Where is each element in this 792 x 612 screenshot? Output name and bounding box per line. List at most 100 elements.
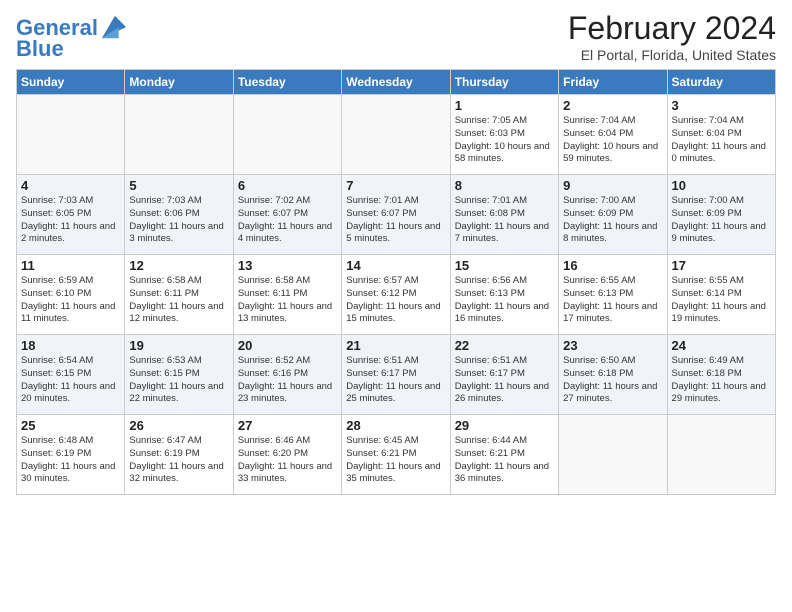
day-number: 15 [455, 258, 554, 273]
day-info: Sunrise: 7:04 AMSunset: 6:04 PMDaylight:… [563, 115, 662, 166]
header-friday: Friday [559, 70, 667, 95]
day-info: Sunrise: 6:51 AMSunset: 6:17 PMDaylight:… [346, 355, 445, 406]
calendar-cell: 22Sunrise: 6:51 AMSunset: 6:17 PMDayligh… [450, 335, 558, 415]
day-info: Sunrise: 7:03 AMSunset: 6:05 PMDaylight:… [21, 195, 120, 246]
calendar-cell: 18 Sunrise: 6:54 AMSunset: 6:15 PMDayligh… [17, 335, 125, 415]
day-number: 29 [455, 418, 554, 433]
calendar-cell: 14 Sunrise: 6:57 AMSunset: 6:12 PMDayligh… [342, 255, 450, 335]
title-location: El Portal, Florida, United States [568, 47, 776, 63]
day-info: Sunrise: 6:52 AMSunset: 6:16 PMDaylight:… [238, 355, 337, 406]
day-number: 23 [563, 338, 662, 353]
header-sunday: Sunday [17, 70, 125, 95]
calendar-week-1: 1 Sunrise: 7:05 AMSunset: 6:03 PMDaylight… [17, 95, 776, 175]
day-info: Sunrise: 7:05 AMSunset: 6:03 PMDaylight:… [455, 115, 554, 166]
calendar-cell: 29 Sunrise: 6:44 AMSunset: 6:21 PMDayligh… [450, 415, 558, 495]
day-number: 9 [563, 178, 662, 193]
day-number: 20 [238, 338, 337, 353]
calendar-cell: 17 Sunrise: 6:55 AMSunset: 6:14 PMDayligh… [667, 255, 775, 335]
day-info: Sunrise: 6:45 AMSunset: 6:21 PMDaylight:… [346, 435, 445, 486]
logo-icon [100, 14, 128, 42]
day-number: 13 [238, 258, 337, 273]
day-number: 28 [346, 418, 445, 433]
day-info: Sunrise: 6:55 AMSunset: 6:13 PMDaylight:… [563, 275, 662, 326]
calendar-cell: 21 Sunrise: 6:51 AMSunset: 6:17 PMDayligh… [342, 335, 450, 415]
day-number: 5 [129, 178, 228, 193]
page: General Blue February 2024 El Portal, Fl… [0, 0, 792, 612]
calendar-cell: 4Sunrise: 7:03 AMSunset: 6:05 PMDaylight… [17, 175, 125, 255]
calendar-cell [342, 95, 450, 175]
calendar-cell: 16 Sunrise: 6:55 AMSunset: 6:13 PMDayligh… [559, 255, 667, 335]
calendar-cell: 20 Sunrise: 6:52 AMSunset: 6:16 PMDayligh… [233, 335, 341, 415]
day-info: Sunrise: 6:44 AMSunset: 6:21 PMDaylight:… [455, 435, 554, 486]
day-number: 16 [563, 258, 662, 273]
day-info: Sunrise: 6:47 AMSunset: 6:19 PMDaylight:… [129, 435, 228, 486]
calendar-cell: 5 Sunrise: 7:03 AMSunset: 6:06 PMDaylight… [125, 175, 233, 255]
calendar-cell: 10 Sunrise: 7:00 AMSunset: 6:09 PMDayligh… [667, 175, 775, 255]
day-number: 14 [346, 258, 445, 273]
calendar-header-row: Sunday Monday Tuesday Wednesday Thursday… [17, 70, 776, 95]
header-wednesday: Wednesday [342, 70, 450, 95]
day-number: 11 [21, 258, 120, 273]
calendar-cell: 19 Sunrise: 6:53 AMSunset: 6:15 PMDayligh… [125, 335, 233, 415]
day-number: 17 [672, 258, 771, 273]
day-number: 27 [238, 418, 337, 433]
day-info: Sunrise: 7:03 AMSunset: 6:06 PMDaylight:… [129, 195, 228, 246]
day-info: Sunrise: 6:53 AMSunset: 6:15 PMDaylight:… [129, 355, 228, 406]
calendar-cell: 8Sunrise: 7:01 AMSunset: 6:08 PMDaylight… [450, 175, 558, 255]
day-info: Sunrise: 7:04 AMSunset: 6:04 PMDaylight:… [672, 115, 771, 166]
calendar-cell [17, 95, 125, 175]
calendar-week-4: 18 Sunrise: 6:54 AMSunset: 6:15 PMDayligh… [17, 335, 776, 415]
logo-blue: Blue [16, 38, 64, 60]
calendar-cell: 6Sunrise: 7:02 AMSunset: 6:07 PMDaylight… [233, 175, 341, 255]
day-info: Sunrise: 6:57 AMSunset: 6:12 PMDaylight:… [346, 275, 445, 326]
calendar: Sunday Monday Tuesday Wednesday Thursday… [16, 69, 776, 495]
calendar-cell: 12 Sunrise: 6:58 AMSunset: 6:11 PMDayligh… [125, 255, 233, 335]
day-number: 26 [129, 418, 228, 433]
calendar-cell: 13 Sunrise: 6:58 AMSunset: 6:11 PMDayligh… [233, 255, 341, 335]
day-info: Sunrise: 7:00 AMSunset: 6:09 PMDaylight:… [672, 195, 771, 246]
day-number: 2 [563, 98, 662, 113]
day-info: Sunrise: 6:51 AMSunset: 6:17 PMDaylight:… [455, 355, 554, 406]
calendar-cell [233, 95, 341, 175]
day-info: Sunrise: 6:50 AMSunset: 6:18 PMDaylight:… [563, 355, 662, 406]
day-number: 3 [672, 98, 771, 113]
header-tuesday: Tuesday [233, 70, 341, 95]
logo: General Blue [16, 14, 128, 60]
day-number: 8 [455, 178, 554, 193]
calendar-week-2: 4Sunrise: 7:03 AMSunset: 6:05 PMDaylight… [17, 175, 776, 255]
calendar-cell: 1 Sunrise: 7:05 AMSunset: 6:03 PMDaylight… [450, 95, 558, 175]
day-info: Sunrise: 7:00 AMSunset: 6:09 PMDaylight:… [563, 195, 662, 246]
calendar-cell: 24Sunrise: 6:49 AMSunset: 6:18 PMDayligh… [667, 335, 775, 415]
day-info: Sunrise: 6:58 AMSunset: 6:11 PMDaylight:… [129, 275, 228, 326]
day-info: Sunrise: 6:56 AMSunset: 6:13 PMDaylight:… [455, 275, 554, 326]
header-saturday: Saturday [667, 70, 775, 95]
title-area: February 2024 El Portal, Florida, United… [568, 10, 776, 63]
day-number: 10 [672, 178, 771, 193]
calendar-cell: 9 Sunrise: 7:00 AMSunset: 6:09 PMDaylight… [559, 175, 667, 255]
header-thursday: Thursday [450, 70, 558, 95]
calendar-cell: 3 Sunrise: 7:04 AMSunset: 6:04 PMDaylight… [667, 95, 775, 175]
calendar-week-5: 25Sunrise: 6:48 AMSunset: 6:19 PMDayligh… [17, 415, 776, 495]
day-number: 7 [346, 178, 445, 193]
calendar-week-3: 11Sunrise: 6:59 AMSunset: 6:10 PMDayligh… [17, 255, 776, 335]
day-info: Sunrise: 7:02 AMSunset: 6:07 PMDaylight:… [238, 195, 337, 246]
header: General Blue February 2024 El Portal, Fl… [16, 10, 776, 63]
header-monday: Monday [125, 70, 233, 95]
calendar-cell: 15 Sunrise: 6:56 AMSunset: 6:13 PMDayligh… [450, 255, 558, 335]
day-number: 19 [129, 338, 228, 353]
day-info: Sunrise: 6:49 AMSunset: 6:18 PMDaylight:… [672, 355, 771, 406]
day-number: 18 [21, 338, 120, 353]
calendar-cell: 25Sunrise: 6:48 AMSunset: 6:19 PMDayligh… [17, 415, 125, 495]
day-info: Sunrise: 7:01 AMSunset: 6:07 PMDaylight:… [346, 195, 445, 246]
calendar-cell: 26 Sunrise: 6:47 AMSunset: 6:19 PMDayligh… [125, 415, 233, 495]
day-info: Sunrise: 6:48 AMSunset: 6:19 PMDaylight:… [21, 435, 120, 486]
day-number: 12 [129, 258, 228, 273]
day-number: 1 [455, 98, 554, 113]
day-info: Sunrise: 6:54 AMSunset: 6:15 PMDaylight:… [21, 355, 120, 406]
day-number: 21 [346, 338, 445, 353]
calendar-cell: 11Sunrise: 6:59 AMSunset: 6:10 PMDayligh… [17, 255, 125, 335]
title-month: February 2024 [568, 10, 776, 47]
day-info: Sunrise: 6:55 AMSunset: 6:14 PMDaylight:… [672, 275, 771, 326]
calendar-cell [667, 415, 775, 495]
day-info: Sunrise: 6:58 AMSunset: 6:11 PMDaylight:… [238, 275, 337, 326]
